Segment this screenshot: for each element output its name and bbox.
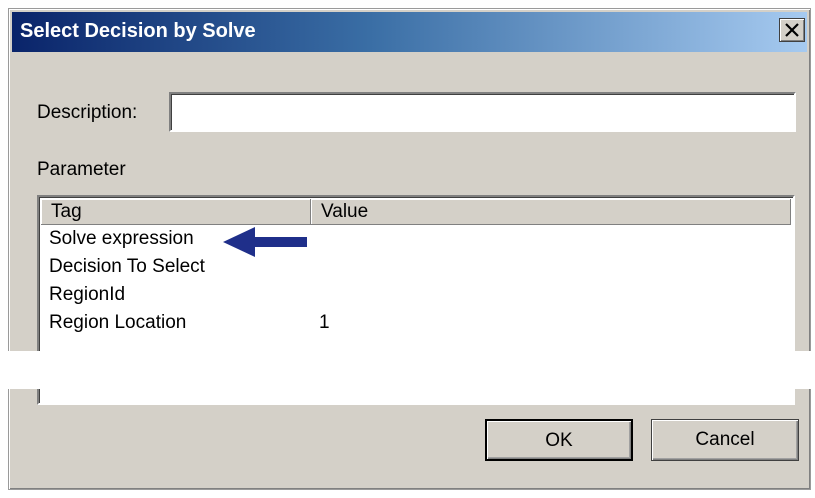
- column-header-value[interactable]: Value: [311, 199, 791, 225]
- cell-tag: Region Location: [49, 312, 187, 333]
- list-header: Tag Value: [41, 199, 791, 225]
- list-row[interactable]: RegionId: [49, 284, 793, 312]
- cancel-button[interactable]: Cancel: [651, 419, 799, 461]
- list-row[interactable]: Solve expression: [49, 228, 793, 256]
- description-input[interactable]: [169, 92, 796, 132]
- cell-value: 1: [319, 312, 330, 333]
- cell-tag: Decision To Select: [49, 256, 205, 277]
- cell-value: [319, 228, 793, 256]
- description-label: Description:: [37, 102, 138, 123]
- cell-tag: RegionId: [49, 284, 126, 305]
- list-rows: Solve expression Decision To Select Regi…: [49, 228, 793, 340]
- cell-value: [319, 284, 793, 312]
- list-row[interactable]: Region Location 1: [49, 312, 793, 340]
- parameter-label: Parameter: [37, 159, 126, 180]
- white-overlay-band: [8, 351, 815, 389]
- ok-button[interactable]: OK: [485, 419, 633, 461]
- list-row[interactable]: Decision To Select: [49, 256, 793, 284]
- close-button[interactable]: [779, 18, 805, 42]
- close-icon: [785, 23, 799, 37]
- column-header-tag[interactable]: Tag: [41, 199, 311, 225]
- title-bar: Select Decision by Solve: [12, 12, 807, 52]
- select-decision-dialog: Select Decision by Solve Description: Pa…: [8, 8, 811, 490]
- dialog-title: Select Decision by Solve: [20, 20, 256, 42]
- cell-value: [319, 256, 793, 284]
- arrow-left-icon: [223, 227, 307, 257]
